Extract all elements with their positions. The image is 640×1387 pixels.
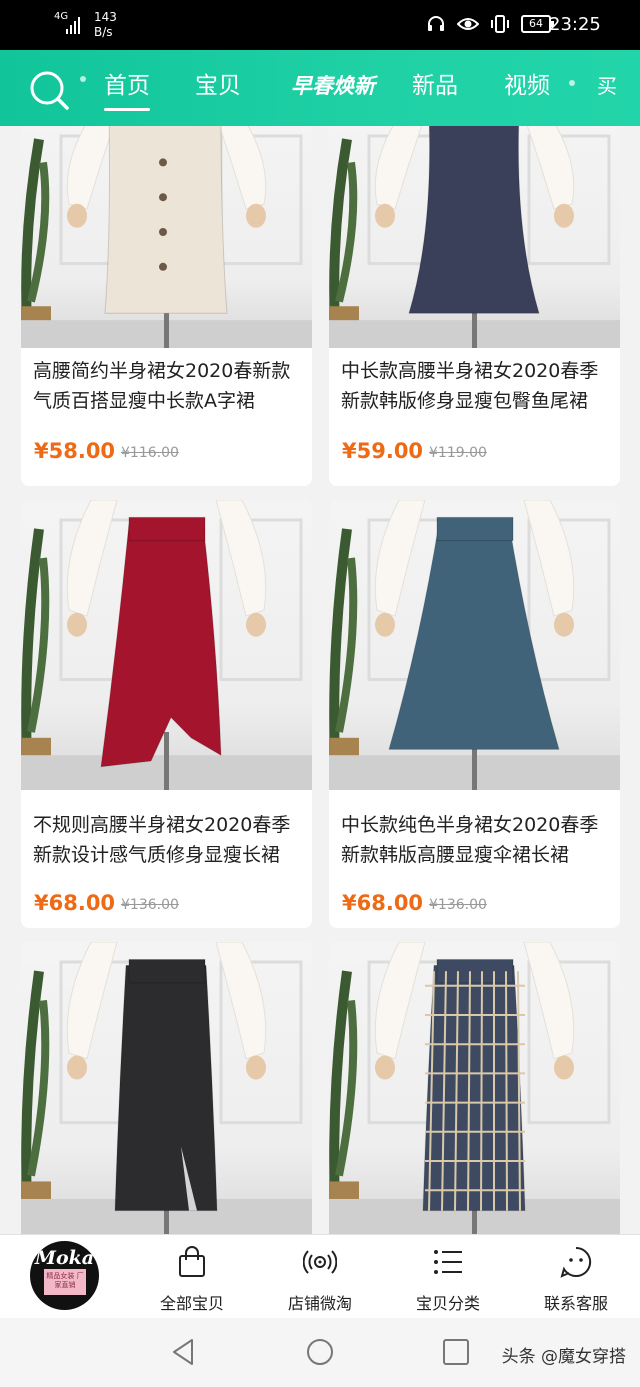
product-image[interactable] [329,500,620,790]
product-price: ¥68.00 [34,891,116,915]
product-price: ¥68.00 [342,891,424,915]
product-photo [21,942,312,1234]
shop-feed-button[interactable]: 店铺微淘 [265,1243,375,1315]
broadcast-icon [302,1250,338,1274]
status-icons: 64 [425,13,554,35]
shop-logo-text: Moka [34,1247,95,1269]
clock: 23:25 [549,14,601,35]
product-card[interactable]: 中长款高腰半身裙女2020春季新款韩版修身显瘦包臀鱼尾裙 ¥59.00 ¥119… [329,126,620,486]
back-triangle-icon[interactable] [168,1337,198,1367]
shop-bottom-bar: Moka 精品女装 厂家直销 全部宝贝 店铺微淘 宝贝分类 联系客服 [0,1234,640,1318]
vibrate-icon [489,13,511,35]
product-photo [329,500,620,790]
recents-square-icon[interactable] [441,1337,471,1367]
signal-icon [66,14,86,34]
system-nav-bar: 头条 @魔女穿搭 [0,1318,640,1387]
list-icon [434,1250,462,1274]
product-grid: 高腰简约半身裙女2020春新款气质百搭显瘦中长款A字裙 ¥58.00 ¥116.… [0,126,640,1234]
headphone-icon [425,13,447,35]
network-speed-value: 143 [94,10,117,24]
product-title[interactable]: 中长款纯色半身裙女2020春季新款韩版高腰显瘦伞裙长裙 [341,810,609,870]
product-card[interactable]: 不规则高腰半身裙女2020春季新款设计感气质修身显瘦长裙 ¥68.00 ¥136… [21,500,312,928]
tab-videos[interactable]: 视频 [504,70,550,102]
nav-dot-decoration [569,80,575,86]
battery-icon: 64 [521,15,554,33]
tab-home[interactable]: 首页 [104,70,150,111]
nav-dot-decoration [80,76,86,82]
categories-button[interactable]: 宝贝分类 [393,1243,503,1315]
product-price: ¥59.00 [342,439,424,463]
all-items-button[interactable]: 全部宝贝 [137,1243,247,1315]
product-image[interactable] [329,126,620,348]
product-title[interactable]: 中长款高腰半身裙女2020春季新款韩版修身显瘦包臀鱼尾裙 [341,356,609,416]
product-price: ¥58.00 [34,439,116,463]
product-original-price: ¥116.00 [121,445,179,461]
product-image[interactable] [21,500,312,790]
tab-buy[interactable]: 买 [597,70,617,102]
product-original-price: ¥136.00 [121,897,179,913]
product-photo [329,942,620,1234]
status-bar: 4G 143 B/s 64 23:25 [0,0,640,50]
product-card[interactable]: 中长款纯色半身裙女2020春季新款韩版高腰显瘦伞裙长裙 ¥68.00 ¥136.… [329,500,620,928]
network-speed-unit: B/s [94,25,113,39]
customer-service-label: 联系客服 [543,1294,608,1313]
search-button[interactable] [28,68,72,112]
all-items-label: 全部宝贝 [159,1294,224,1313]
shop-logo[interactable]: Moka 精品女装 厂家直销 [30,1241,99,1310]
shop-logo-subtitle: 精品女装 厂家直销 [44,1269,86,1295]
product-photo [21,126,312,348]
product-original-price: ¥136.00 [429,897,487,913]
home-circle-icon[interactable] [305,1337,335,1367]
product-card[interactable] [21,942,312,1234]
product-card[interactable] [329,942,620,1234]
shopping-bag-icon [179,1246,205,1277]
tab-new-arrivals[interactable]: 新品 [412,70,458,102]
product-original-price: ¥119.00 [429,445,487,461]
product-image[interactable] [21,126,312,348]
network-speed: 143 B/s [94,10,117,40]
tab-spring-new[interactable]: 早春焕新 [291,70,375,102]
product-image[interactable] [329,942,620,1234]
product-image[interactable] [21,942,312,1234]
product-photo [21,500,312,790]
watermark: 头条 @魔女穿搭 [501,1347,626,1367]
tab-items[interactable]: 宝贝 [195,70,241,102]
product-card[interactable]: 高腰简约半身裙女2020春新款气质百搭显瘦中长款A字裙 ¥58.00 ¥116.… [21,126,312,486]
eye-icon [457,13,479,35]
top-nav-bar: 首页 宝贝 早春焕新 新品 视频 买 [0,50,640,126]
search-icon [30,71,69,110]
customer-service-button[interactable]: 联系客服 [521,1243,631,1315]
product-title[interactable]: 不规则高腰半身裙女2020春季新款设计感气质修身显瘦长裙 [33,810,301,870]
shop-feed-label: 店铺微淘 [287,1294,352,1313]
product-photo [329,126,620,348]
chat-face-icon [560,1246,592,1278]
categories-label: 宝贝分类 [415,1294,480,1313]
product-title[interactable]: 高腰简约半身裙女2020春新款气质百搭显瘦中长款A字裙 [33,356,301,416]
